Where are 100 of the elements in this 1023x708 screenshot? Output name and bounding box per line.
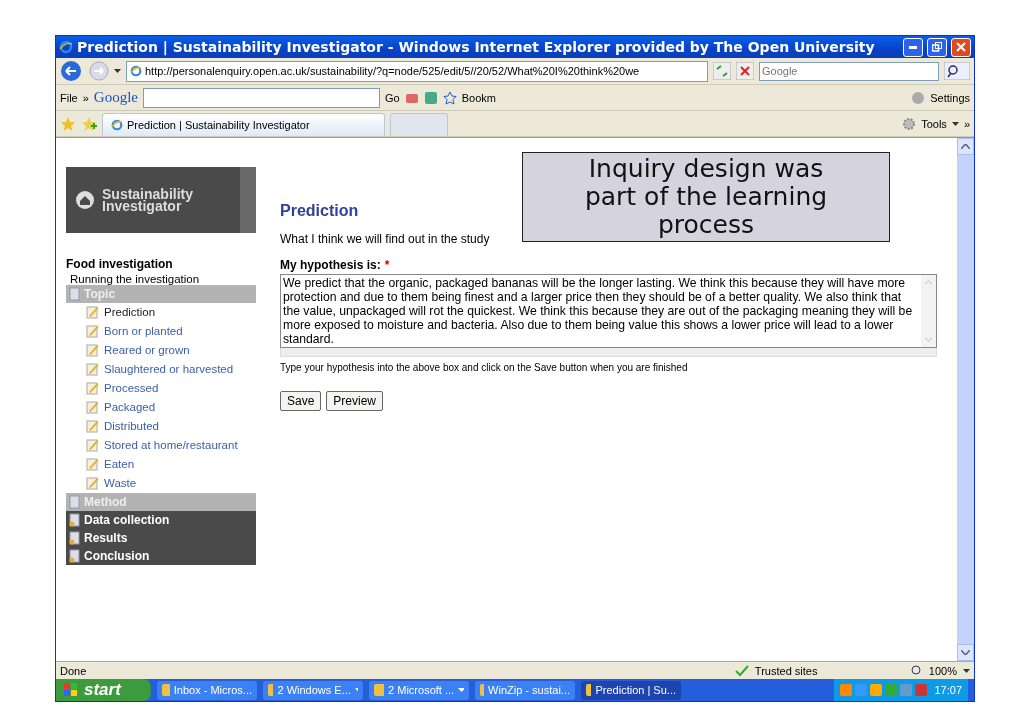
home-icon <box>76 191 94 209</box>
minimize-icon <box>909 45 917 49</box>
new-tab-button[interactable] <box>390 113 448 136</box>
app-icon <box>374 684 385 696</box>
project-title: Food investigation <box>66 257 174 271</box>
page-edit-icon <box>86 457 99 471</box>
settings-button[interactable]: Settings <box>930 91 970 104</box>
section-header[interactable]: Conclusion <box>66 547 256 565</box>
locked-page-icon <box>69 549 81 563</box>
page-title: Prediction <box>280 202 359 220</box>
page-edit-icon <box>86 419 99 433</box>
callout-note: Inquiry design was part of the learning process <box>522 152 890 242</box>
chevron[interactable]: » <box>963 117 970 130</box>
ie-icon <box>111 119 123 131</box>
caret-icon <box>354 688 358 692</box>
page-description: What I think we will find out in the study <box>280 232 491 246</box>
ie-icon <box>130 65 142 77</box>
bookmarks-button[interactable]: Bookm <box>461 91 496 104</box>
go-button[interactable]: Go <box>385 91 400 104</box>
refresh-icon[interactable] <box>713 62 731 80</box>
site-logo[interactable]: Sustainability Investigator <box>66 167 256 233</box>
locked-page-icon <box>69 513 81 527</box>
file-menu[interactable]: File <box>60 91 78 104</box>
nav-link[interactable]: Eaten <box>104 455 238 474</box>
checkmark-icon <box>734 664 749 677</box>
google-logo: Google <box>93 89 139 106</box>
nav-link[interactable]: Packaged <box>104 398 238 417</box>
clock: 17:07 <box>934 684 962 696</box>
taskbar-button[interactable]: WinZip - sustai... <box>475 680 575 700</box>
nav-link[interactable]: Prediction <box>104 303 238 322</box>
nav-link[interactable]: Waste <box>104 474 238 493</box>
page-edit-icon <box>86 362 99 376</box>
windows-logo-icon <box>64 683 78 697</box>
minimize-button[interactable] <box>903 37 923 57</box>
tray-icon[interactable] <box>870 684 883 696</box>
locked-page-icon <box>69 531 81 545</box>
nav-link[interactable]: Distributed <box>104 417 238 436</box>
section-header[interactable]: Results <box>66 529 256 547</box>
search-icon[interactable] <box>944 62 970 80</box>
stop-icon[interactable] <box>736 62 754 80</box>
forward-button[interactable] <box>89 61 109 81</box>
search-field[interactable]: Google <box>759 61 939 81</box>
taskbar-button[interactable]: Prediction | Su... <box>581 680 681 700</box>
nav-link[interactable]: Stored at home/restaurant <box>104 436 238 455</box>
page-edit-icon <box>86 343 99 357</box>
page-edit-icon <box>86 476 99 490</box>
caret-icon <box>963 668 970 673</box>
preview-button[interactable]: Preview <box>326 391 384 411</box>
section-header[interactable]: Data collection <box>66 511 256 529</box>
google-search-field[interactable] <box>143 87 381 108</box>
app-icon <box>162 684 170 696</box>
page-edit-icon <box>86 400 99 414</box>
browser-tab[interactable]: Prediction | Sustainability Investigator <box>102 113 385 136</box>
nav-link[interactable]: Processed <box>104 379 238 398</box>
page-edit-icon <box>86 381 99 395</box>
taskbar-button[interactable]: 2 Microsoft ... <box>369 680 469 700</box>
taskbar-button[interactable]: Inbox - Micros... <box>157 680 257 700</box>
gear-icon <box>902 116 917 131</box>
back-button[interactable] <box>60 60 84 82</box>
resize-grip[interactable] <box>280 348 937 357</box>
tray-icon[interactable] <box>915 684 928 696</box>
add-favorite-icon[interactable] <box>81 115 97 132</box>
start-button[interactable]: start <box>56 679 151 701</box>
restore-icon <box>932 42 942 52</box>
page-edit-icon <box>86 305 99 319</box>
tray-icon[interactable] <box>840 684 853 696</box>
scroll-up-icon[interactable] <box>961 144 970 149</box>
zoom-level[interactable]: 100% <box>928 664 957 677</box>
favorites-star-icon[interactable] <box>60 115 76 132</box>
star-icon[interactable] <box>442 90 457 105</box>
stage-label: Running the investigation <box>69 273 201 285</box>
address-field[interactable]: http://personalenquiry.open.ac.uk/sustainability/?q=node/525/edit/5//20/52/What%20I%20think%20we <box>126 60 708 82</box>
scrollbar[interactable] <box>957 138 974 661</box>
ie-icon <box>59 40 73 54</box>
security-zone: Trusted sites <box>754 664 819 677</box>
app-icon <box>480 684 485 696</box>
caret-icon <box>458 688 464 692</box>
app-icon <box>268 684 274 696</box>
nav-link[interactable]: Born or planted <box>104 322 238 341</box>
chevron[interactable]: » <box>82 91 89 104</box>
page-icon <box>69 287 81 301</box>
restore-button[interactable] <box>927 37 947 57</box>
settings-icon <box>911 90 926 105</box>
status-text: Done <box>60 664 87 677</box>
nav-link[interactable]: Slaughtered or harvested <box>104 360 238 379</box>
toolbar-icon[interactable] <box>423 90 438 105</box>
close-icon <box>956 42 966 52</box>
taskbar-button[interactable]: 2 Windows E... <box>263 680 363 700</box>
scroll-down-icon[interactable] <box>961 650 970 655</box>
page-icon <box>69 495 81 509</box>
caret-icon <box>114 69 121 73</box>
url-text: http://personalenquiry.open.ac.uk/sustainability/?q=node/525/edit/5//20/52/What%20I%20think%20we <box>145 65 640 77</box>
tools-button[interactable]: Tools <box>921 117 947 130</box>
save-button[interactable]: Save <box>280 391 322 411</box>
close-button[interactable] <box>951 37 971 57</box>
page-edit-icon <box>86 438 99 452</box>
required-mark: * <box>384 258 390 272</box>
caret-icon <box>951 121 959 126</box>
nav-link[interactable]: Reared or grown <box>104 341 238 360</box>
window-title: Prediction | Sustainability Investigator - Windows Internet Explorer provided by The Open University <box>77 39 876 55</box>
